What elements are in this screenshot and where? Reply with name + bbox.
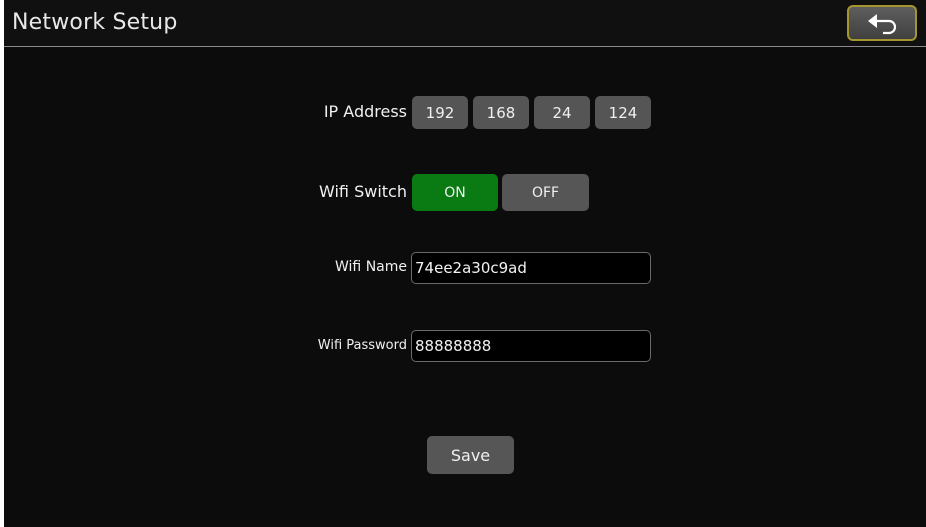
ip-octet-1[interactable]: 192 xyxy=(412,96,468,129)
title-bar: Network Setup xyxy=(4,0,926,47)
ip-address-label: IP Address xyxy=(323,102,407,121)
back-arrow-icon xyxy=(868,14,897,35)
wifi-password-label: Wifi Password xyxy=(317,338,407,353)
save-button[interactable]: Save xyxy=(427,436,514,474)
wifi-name-label: Wifi Name xyxy=(335,259,407,275)
wifi-off-button[interactable]: OFF xyxy=(502,174,589,211)
network-setup-screen: Network Setup IP Address 192 168 24 124 … xyxy=(4,0,926,527)
wifi-password-field[interactable] xyxy=(411,330,651,362)
wifi-on-button[interactable]: ON xyxy=(412,174,498,211)
page-title: Network Setup xyxy=(12,10,178,35)
wifi-name-field[interactable] xyxy=(411,252,651,284)
back-button[interactable] xyxy=(847,5,917,41)
ip-octet-2[interactable]: 168 xyxy=(473,96,529,129)
ip-octet-4[interactable]: 124 xyxy=(595,96,651,129)
ip-octet-3[interactable]: 24 xyxy=(534,96,590,129)
wifi-switch-label: Wifi Switch xyxy=(319,182,407,201)
